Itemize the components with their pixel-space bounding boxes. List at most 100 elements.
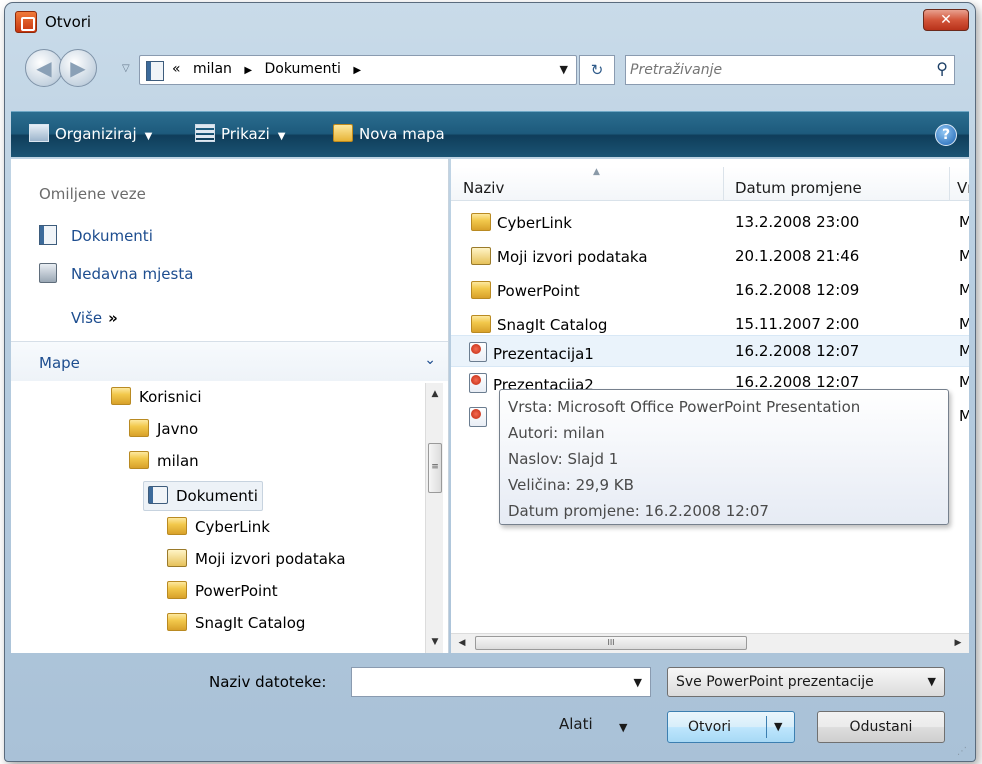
file-info-tooltip: Vrsta: Microsoft Office PowerPoint Prese… bbox=[499, 389, 949, 525]
views-label: Prikazi bbox=[221, 125, 270, 143]
breadcrumb-arrow-icon[interactable]: ▶ bbox=[353, 65, 361, 76]
tree-item-dokumenti[interactable]: Dokumenti bbox=[143, 481, 263, 511]
organize-menu-button[interactable]: Organiziraj ▼ bbox=[29, 124, 152, 143]
tools-menu-button[interactable]: Alati bbox=[559, 715, 593, 733]
scroll-thumb[interactable]: ≡ bbox=[428, 443, 442, 493]
history-dropdown-icon[interactable]: ▽ bbox=[122, 63, 130, 74]
scroll-thumb[interactable]: III bbox=[475, 636, 747, 650]
folders-title: Mape bbox=[39, 354, 80, 372]
folder-icon bbox=[471, 315, 491, 333]
file-type-select[interactable]: Sve PowerPoint prezentacije ▼ bbox=[667, 667, 945, 697]
breadcrumb-arrow-icon[interactable]: ▶ bbox=[244, 65, 252, 76]
column-divider[interactable] bbox=[949, 167, 950, 201]
forward-button[interactable]: ▶ bbox=[59, 49, 97, 87]
chevron-down-icon: ▼ bbox=[927, 675, 936, 688]
window-title: Otvori bbox=[45, 13, 92, 31]
folder-icon bbox=[111, 387, 131, 405]
open-dialog: Otvori ✕ ◀ ▶ ▽ « milan ▶ Dokumenti ▶ ▼ ↻… bbox=[4, 2, 976, 762]
column-header-date[interactable]: Datum promjene bbox=[735, 179, 862, 197]
tree-item-korisnici[interactable]: Korisnici bbox=[111, 387, 202, 413]
file-date: 16.2.2008 12:09 bbox=[735, 281, 860, 299]
open-button[interactable]: Otvori ▼ bbox=[667, 711, 795, 743]
powerpoint-file-icon bbox=[469, 407, 487, 427]
folder-icon bbox=[167, 581, 187, 599]
tree-item-data-sources[interactable]: Moji izvori podataka bbox=[167, 549, 346, 575]
scroll-up-icon[interactable]: ▲ bbox=[426, 385, 444, 403]
tree-item-javno[interactable]: Javno bbox=[129, 419, 198, 445]
documents-icon bbox=[39, 225, 57, 245]
refresh-button[interactable]: ↻ bbox=[579, 55, 615, 85]
file-row-hovered[interactable]: Prezentacija1 16.2.2008 12:07 Mi bbox=[451, 335, 969, 367]
file-date: 15.11.2007 2:00 bbox=[735, 315, 860, 333]
file-date: 16.2.2008 12:07 bbox=[735, 342, 860, 360]
scroll-left-icon[interactable]: ◀ bbox=[453, 634, 471, 652]
back-button[interactable]: ◀ bbox=[25, 49, 63, 87]
chevron-down-icon[interactable]: ⌄ bbox=[424, 352, 436, 368]
address-bar[interactable]: « milan ▶ Dokumenti ▶ ▼ bbox=[139, 55, 577, 85]
caret-down-icon: ▼ bbox=[144, 131, 153, 142]
file-list-scrollbar[interactable]: ◀ III ▶ bbox=[451, 633, 969, 653]
search-icon[interactable]: ⚲ bbox=[936, 59, 948, 78]
file-type: Mi bbox=[959, 373, 969, 391]
file-name: SnagIt Catalog bbox=[497, 316, 608, 334]
recent-places-icon bbox=[39, 263, 57, 283]
tooltip-author: Autori: milan bbox=[508, 424, 605, 442]
folder-tree-scrollbar[interactable]: ▲ ≡ ▼ bbox=[425, 383, 443, 653]
file-date: 20.1.2008 21:46 bbox=[735, 247, 860, 265]
file-name: PowerPoint bbox=[497, 282, 580, 300]
cancel-button[interactable]: Odustani bbox=[817, 711, 945, 743]
file-type: Mi bbox=[959, 407, 969, 425]
data-sources-icon bbox=[167, 549, 187, 567]
resize-grip-icon[interactable]: ⋰ bbox=[957, 746, 967, 757]
tooltip-size: Veličina: 29,9 KB bbox=[508, 476, 634, 494]
close-button[interactable]: ✕ bbox=[923, 9, 969, 31]
file-name: CyberLink bbox=[497, 214, 572, 232]
favorite-link-recent-places[interactable]: Nedavna mjesta bbox=[39, 263, 193, 287]
new-folder-label: Nova mapa bbox=[359, 125, 445, 143]
filename-combobox[interactable]: ▼ bbox=[351, 667, 651, 697]
favorite-link-dokumenti[interactable]: Dokumenti bbox=[39, 225, 153, 249]
column-header-type[interactable]: Vrs bbox=[957, 179, 969, 197]
scroll-right-icon[interactable]: ▶ bbox=[949, 634, 967, 652]
caret-down-icon[interactable]: ▼ bbox=[619, 721, 627, 734]
documents-icon bbox=[148, 486, 168, 504]
more-links-button[interactable]: Više» bbox=[71, 309, 118, 327]
powerpoint-file-icon bbox=[469, 342, 487, 362]
file-row[interactable]: Moji izvori podataka 20.1.2008 21:46 Ma bbox=[451, 241, 969, 273]
file-row[interactable]: CyberLink 13.2.2008 23:00 Ma bbox=[451, 207, 969, 239]
file-type: Ma bbox=[959, 247, 969, 265]
tree-item-snagit-catalog[interactable]: SnagIt Catalog bbox=[167, 613, 305, 639]
filename-dropdown-icon[interactable]: ▼ bbox=[634, 676, 642, 689]
open-options-dropdown-icon[interactable]: ▼ bbox=[774, 712, 782, 742]
column-divider[interactable] bbox=[723, 167, 724, 201]
breadcrumb-dokumenti[interactable]: Dokumenti bbox=[265, 61, 341, 77]
tree-item-cyberlink[interactable]: CyberLink bbox=[167, 517, 270, 543]
new-folder-button[interactable]: Nova mapa bbox=[333, 124, 445, 143]
folders-header[interactable]: Mape ⌄ bbox=[11, 341, 448, 381]
help-icon[interactable]: ? bbox=[935, 124, 957, 146]
tree-item-milan[interactable]: milan bbox=[129, 451, 199, 477]
new-folder-icon bbox=[333, 124, 353, 142]
breadcrumb-milan[interactable]: milan bbox=[193, 61, 232, 77]
column-headers: ▲ Naziv Datum promjene Vrs bbox=[451, 167, 969, 201]
folder-tree: Korisnici Javno milan Dokumenti CyberLin… bbox=[11, 383, 423, 653]
split-divider bbox=[766, 716, 767, 738]
tooltip-modified: Datum promjene: 16.2.2008 12:07 bbox=[508, 502, 769, 520]
address-dropdown-icon[interactable]: ▼ bbox=[560, 63, 568, 76]
file-type-value: Sve PowerPoint prezentacije bbox=[676, 674, 874, 690]
column-header-name[interactable]: Naziv bbox=[463, 179, 504, 197]
tooltip-title: Naslov: Slajd 1 bbox=[508, 450, 619, 468]
organize-label: Organiziraj bbox=[55, 125, 137, 143]
views-menu-button[interactable]: Prikazi ▼ bbox=[195, 124, 285, 143]
file-row[interactable]: PowerPoint 16.2.2008 12:09 Ma bbox=[451, 275, 969, 307]
tooltip-type: Vrsta: Microsoft Office PowerPoint Prese… bbox=[508, 398, 861, 416]
breadcrumb-overflow[interactable]: « bbox=[172, 61, 181, 77]
views-icon bbox=[195, 124, 215, 142]
tree-item-powerpoint[interactable]: PowerPoint bbox=[167, 581, 278, 607]
scroll-down-icon[interactable]: ▼ bbox=[426, 633, 444, 651]
file-date: 13.2.2008 23:00 bbox=[735, 213, 860, 231]
filename-input[interactable] bbox=[356, 671, 616, 693]
search-input[interactable] bbox=[630, 59, 920, 81]
search-box[interactable]: ⚲ bbox=[625, 55, 955, 85]
folder-icon bbox=[471, 213, 491, 231]
